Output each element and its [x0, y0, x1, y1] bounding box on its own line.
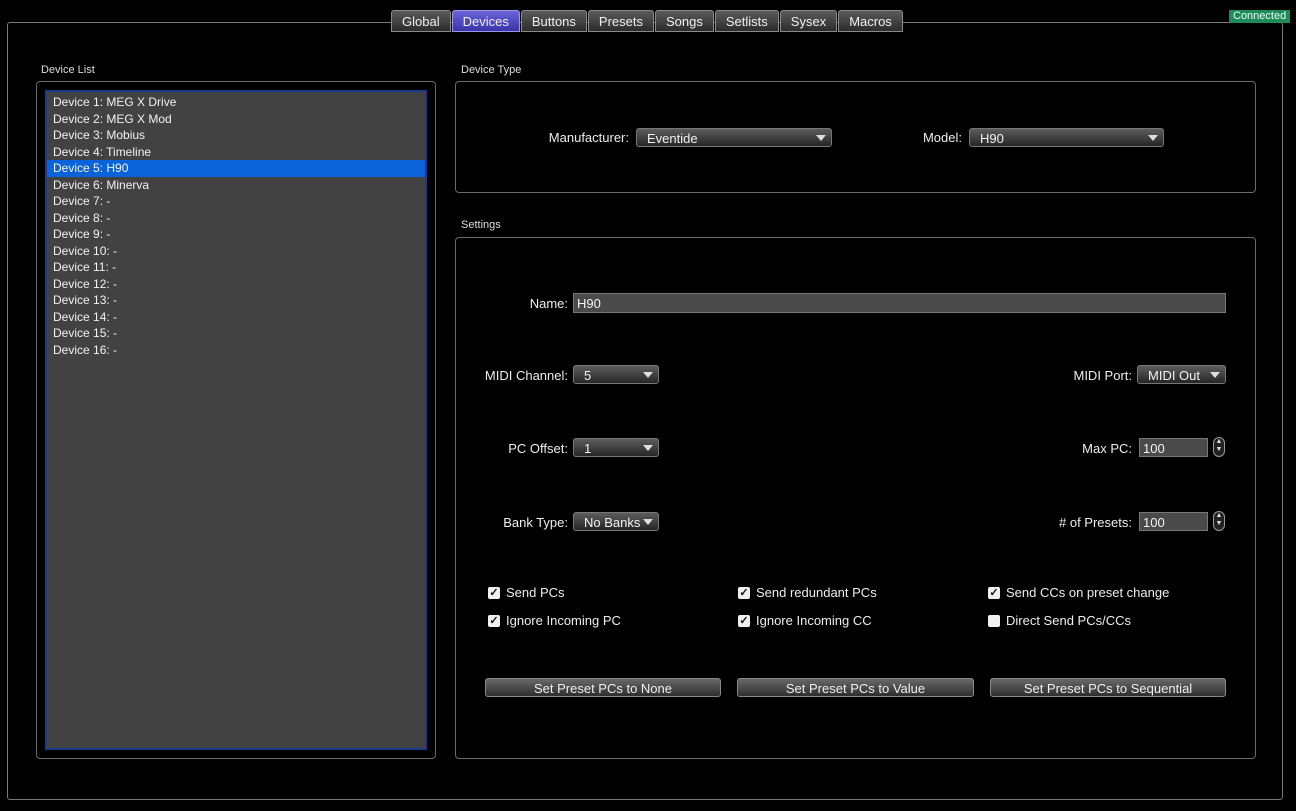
list-item[interactable]: Device 6: Minerva	[47, 177, 425, 194]
tab-setlists[interactable]: Setlists	[714, 10, 779, 32]
ignore-incoming-cc-checkbox[interactable]: ✓ Ignore Incoming CC	[738, 613, 872, 628]
checkbox-checked-icon[interactable]: ✓	[738, 586, 750, 599]
chevron-down-icon	[1148, 135, 1158, 141]
midi-port-value: MIDI Out	[1148, 368, 1201, 383]
bank-type-value: No Banks	[584, 515, 641, 530]
midi-port-label: MIDI Port:	[1073, 368, 1132, 383]
chevron-down-icon	[643, 372, 653, 378]
checkbox-checked-icon[interactable]: ✓	[488, 586, 500, 599]
list-item-selected[interactable]: Device 5: H90	[47, 160, 425, 177]
ignore-incoming-cc-label: Ignore Incoming CC	[756, 613, 872, 628]
tab-bar: Global Devices Buttons Presets Songs Set…	[391, 10, 904, 33]
model-label: Model:	[922, 130, 962, 145]
connection-status-badge: Connected	[1229, 10, 1291, 23]
midi-channel-value: 5	[584, 368, 592, 383]
send-redundant-pcs-checkbox[interactable]: ✓ Send redundant PCs	[738, 585, 877, 600]
num-presets-field[interactable]: 100	[1139, 512, 1208, 531]
list-item[interactable]: Device 15: -	[47, 325, 425, 342]
set-pcs-value-button[interactable]: Set Preset PCs to Value	[737, 678, 974, 697]
midi-channel-label: MIDI Channel:	[484, 368, 568, 383]
midi-channel-select[interactable]: 5	[573, 365, 659, 384]
send-pcs-checkbox[interactable]: ✓ Send PCs	[488, 585, 565, 600]
list-item[interactable]: Device 1: MEG X Drive	[47, 94, 425, 111]
checkbox-unchecked-icon[interactable]	[988, 614, 1000, 627]
send-ccs-on-preset-change-checkbox[interactable]: ✓ Send CCs on preset change	[988, 585, 1169, 600]
direct-send-label: Direct Send PCs/CCs	[1006, 613, 1131, 628]
chevron-down-icon	[1210, 372, 1220, 378]
model-value: H90	[980, 131, 1004, 146]
list-item[interactable]: Device 4: Timeline	[47, 144, 425, 161]
midi-port-select[interactable]: MIDI Out	[1137, 365, 1226, 384]
list-item[interactable]: Device 11: -	[47, 259, 425, 276]
tab-presets[interactable]: Presets	[587, 10, 654, 32]
chevron-down-icon	[643, 519, 653, 525]
checkbox-checked-icon[interactable]: ✓	[488, 614, 500, 627]
bank-type-select[interactable]: No Banks	[573, 512, 659, 531]
manufacturer-select[interactable]: Eventide	[636, 128, 832, 147]
list-item[interactable]: Device 13: -	[47, 292, 425, 309]
num-presets-label: # of Presets:	[1059, 515, 1132, 530]
set-pcs-sequential-button[interactable]: Set Preset PCs to Sequential	[990, 678, 1226, 697]
list-item[interactable]: Device 14: -	[47, 309, 425, 326]
num-presets-stepper[interactable]: ▲ ▼	[1213, 511, 1225, 531]
tab-global[interactable]: Global	[391, 10, 451, 32]
bank-type-label: Bank Type:	[503, 515, 568, 530]
ignore-incoming-pc-checkbox[interactable]: ✓ Ignore Incoming PC	[488, 613, 621, 628]
list-item[interactable]: Device 3: Mobius	[47, 127, 425, 144]
tab-buttons[interactable]: Buttons	[520, 10, 587, 32]
chevron-down-icon	[816, 135, 826, 141]
list-item[interactable]: Device 7: -	[47, 193, 425, 210]
tab-songs[interactable]: Songs	[655, 10, 714, 32]
ignore-incoming-pc-label: Ignore Incoming PC	[506, 613, 621, 628]
device-type-label: Device Type	[461, 64, 522, 76]
device-list[interactable]: Device 1: MEG X Drive Device 2: MEG X Mo…	[45, 90, 427, 750]
checkbox-checked-icon[interactable]: ✓	[988, 586, 1000, 599]
settings-label: Settings	[461, 219, 501, 231]
pc-offset-label: PC Offset:	[508, 441, 568, 456]
list-item[interactable]: Device 12: -	[47, 276, 425, 293]
max-pc-field[interactable]: 100	[1139, 438, 1208, 457]
manufacturer-value: Eventide	[647, 131, 698, 146]
send-redundant-pcs-label: Send redundant PCs	[756, 585, 877, 600]
list-item[interactable]: Device 16: -	[47, 342, 425, 359]
max-pc-label: Max PC:	[1082, 441, 1132, 456]
checkbox-checked-icon[interactable]: ✓	[738, 614, 750, 627]
list-item[interactable]: Device 10: -	[47, 243, 425, 260]
model-select[interactable]: H90	[969, 128, 1164, 147]
pc-offset-value: 1	[584, 441, 592, 456]
tab-sysex[interactable]: Sysex	[779, 10, 838, 32]
device-list-label: Device List	[41, 64, 95, 76]
manufacturer-label: Manufacturer:	[548, 130, 629, 145]
direct-send-checkbox[interactable]: Direct Send PCs/CCs	[988, 613, 1131, 628]
send-ccs-on-preset-change-label: Send CCs on preset change	[1006, 585, 1170, 600]
set-pcs-none-button[interactable]: Set Preset PCs to None	[485, 678, 721, 697]
list-item[interactable]: Device 9: -	[47, 226, 425, 243]
max-pc-stepper[interactable]: ▲ ▼	[1213, 437, 1225, 457]
chevron-down-icon	[643, 445, 653, 451]
list-item[interactable]: Device 8: -	[47, 210, 425, 227]
name-label: Name:	[529, 296, 568, 311]
pc-offset-select[interactable]: 1	[573, 438, 659, 457]
tab-macros[interactable]: Macros	[838, 10, 903, 32]
list-item[interactable]: Device 2: MEG X Mod	[47, 111, 425, 128]
name-field[interactable]: H90	[573, 293, 1226, 313]
tab-devices[interactable]: Devices	[451, 10, 520, 32]
send-pcs-label: Send PCs	[506, 585, 565, 600]
